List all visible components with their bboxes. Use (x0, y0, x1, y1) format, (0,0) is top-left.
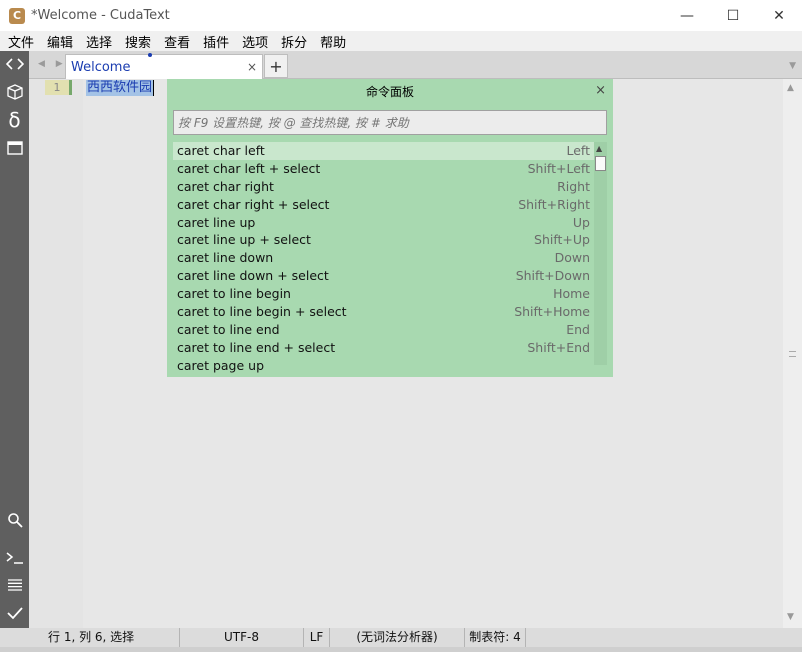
command-name: caret line down + select (177, 268, 329, 284)
palette-command-row[interactable]: caret to line end End (173, 321, 594, 339)
status-lexer[interactable]: (无词法分析器) (330, 628, 465, 647)
palette-command-row[interactable]: caret line down + select Shift+Down (173, 267, 594, 285)
scroll-grip[interactable] (789, 351, 796, 357)
tab-nav-arrows[interactable]: ◀ ▶ (38, 59, 67, 69)
command-name: caret to line begin + select (177, 304, 347, 320)
palette-command-row[interactable]: caret to line begin + select Shift+Home (173, 303, 594, 321)
palette-command-row[interactable]: caret char left Left (173, 142, 594, 160)
command-hotkey: Shift+Left (527, 160, 590, 176)
menu-file[interactable]: 文件 (8, 32, 34, 51)
command-hotkey: End (566, 321, 590, 337)
console-icon[interactable] (3, 547, 26, 569)
window-title: *Welcome - CudaText (31, 8, 170, 23)
tabs-panel-icon[interactable] (3, 137, 26, 159)
close-window-button[interactable]: ✕ (756, 0, 802, 31)
modified-dot (148, 53, 152, 57)
palette-command-row[interactable]: caret char right + select Shift+Right (173, 196, 594, 214)
command-name: caret to line end + select (177, 339, 336, 355)
menu-split[interactable]: 拆分 (281, 32, 307, 51)
command-name: caret char left + select (177, 160, 321, 176)
command-hotkey: Right (557, 178, 590, 194)
command-hotkey: Shift+End (527, 339, 590, 355)
command-name: caret line down (177, 250, 274, 266)
cudatext-app-icon: C (9, 7, 25, 24)
validate-check-icon[interactable] (3, 602, 26, 624)
menu-view[interactable]: 查看 (164, 32, 190, 51)
command-name: caret to line end (177, 321, 280, 337)
status-caret-position[interactable]: 行 1, 列 6, 选择 (0, 628, 180, 647)
command-hotkey: Home (553, 286, 590, 302)
palette-close-icon[interactable]: × (595, 83, 606, 98)
menu-search[interactable]: 搜索 (125, 32, 151, 51)
command-hotkey: Down (554, 250, 590, 266)
palette-command-row[interactable]: caret line up + select Shift+Up (173, 231, 594, 249)
line-number: 1 (45, 80, 69, 95)
selected-text[interactable]: 西西软件园 (86, 80, 155, 96)
palette-scroll-thumb[interactable] (595, 156, 606, 171)
status-tab-size[interactable]: 制表符: 4 (465, 628, 526, 647)
command-hotkey: Shift+Right (518, 196, 590, 212)
palette-command-row[interactable]: caret page up (173, 357, 594, 375)
scroll-down-icon[interactable]: ▼ (787, 612, 794, 622)
palette-title: 命令面板 (365, 85, 414, 99)
command-hotkey: Shift+Down (515, 268, 590, 284)
line-gutter: 1 (29, 79, 83, 628)
plus-icon: + (269, 56, 283, 76)
snippets-delta-icon[interactable]: δ (3, 108, 26, 132)
project-box-icon[interactable] (3, 81, 26, 103)
code-tree-icon[interactable] (3, 53, 26, 75)
menu-bar: 文件 编辑 选择 搜索 查看 插件 选项 拆分 帮助 (0, 31, 802, 51)
editor-vertical-scrollbar[interactable]: ▲ ▼ (783, 79, 802, 628)
menu-options[interactable]: 选项 (242, 32, 268, 51)
command-name: caret char right + select (177, 196, 330, 212)
command-name: caret line up (177, 214, 256, 230)
status-bar: 行 1, 列 6, 选择 UTF-8 LF (无词法分析器) 制表符: 4 (0, 628, 802, 647)
command-name: caret page up (177, 357, 265, 373)
command-name: caret line up + select (177, 232, 311, 248)
palette-scrollbar[interactable]: ▲ (594, 142, 607, 365)
menu-plugins[interactable]: 插件 (203, 32, 229, 51)
scroll-up-icon[interactable]: ▲ (787, 83, 794, 93)
palette-command-list: caret char left Left caret char left + sel… (173, 142, 594, 376)
side-panel: δ (0, 51, 29, 628)
search-icon[interactable] (3, 509, 26, 531)
tab-close-icon[interactable]: × (247, 60, 257, 74)
minimize-button[interactable]: — (664, 0, 710, 31)
menu-help[interactable]: 帮助 (320, 32, 346, 51)
palette-command-row[interactable]: caret to line begin Home (173, 285, 594, 303)
bottom-strip (0, 647, 802, 652)
maximize-button[interactable]: ☐ (710, 0, 756, 31)
status-encoding[interactable]: UTF-8 (180, 628, 304, 647)
palette-scroll-up-icon[interactable]: ▲ (596, 144, 602, 153)
command-hotkey: Shift+Up (534, 232, 590, 248)
palette-command-row[interactable]: caret to line end + select Shift+End (173, 339, 594, 357)
palette-search-input[interactable] (174, 111, 606, 134)
modified-line-marker (69, 80, 72, 95)
command-name: caret char left (177, 143, 265, 158)
close-icon: ✕ (773, 7, 785, 24)
maximize-icon: ☐ (726, 7, 740, 24)
tab-welcome[interactable]: Welcome × (65, 53, 263, 79)
palette-command-row[interactable]: caret char right Right (173, 178, 594, 196)
command-hotkey: Shift+Home (514, 304, 590, 320)
palette-command-row[interactable]: caret line up Up (173, 214, 594, 232)
menu-edit[interactable]: 编辑 (47, 32, 73, 51)
minimize-icon: — (680, 7, 694, 24)
tab-bar: ◀ ▶ Welcome × + ▼ (29, 51, 802, 79)
tab-label: Welcome (71, 60, 131, 75)
menu-select[interactable]: 选择 (86, 32, 112, 51)
command-palette: 命令面板 × caret char leftLeftcaret char lef… (167, 79, 613, 377)
add-tab-button[interactable]: + (264, 54, 288, 78)
title-bar: C *Welcome - CudaText — ☐ ✕ (0, 0, 802, 31)
palette-command-row[interactable]: caret line down Down (173, 249, 594, 267)
command-name: caret char right (177, 178, 274, 194)
command-hotkey: Up (572, 214, 590, 230)
status-line-ending[interactable]: LF (304, 628, 330, 647)
palette-command-row[interactable]: caret char left + select Shift+Left (173, 160, 594, 178)
output-list-icon[interactable] (3, 574, 26, 596)
tab-menu-chevron-down-icon[interactable]: ▼ (789, 61, 796, 71)
command-name: caret to line begin (177, 286, 291, 302)
command-hotkey: Left (566, 143, 590, 158)
palette-search-field[interactable] (173, 110, 607, 135)
